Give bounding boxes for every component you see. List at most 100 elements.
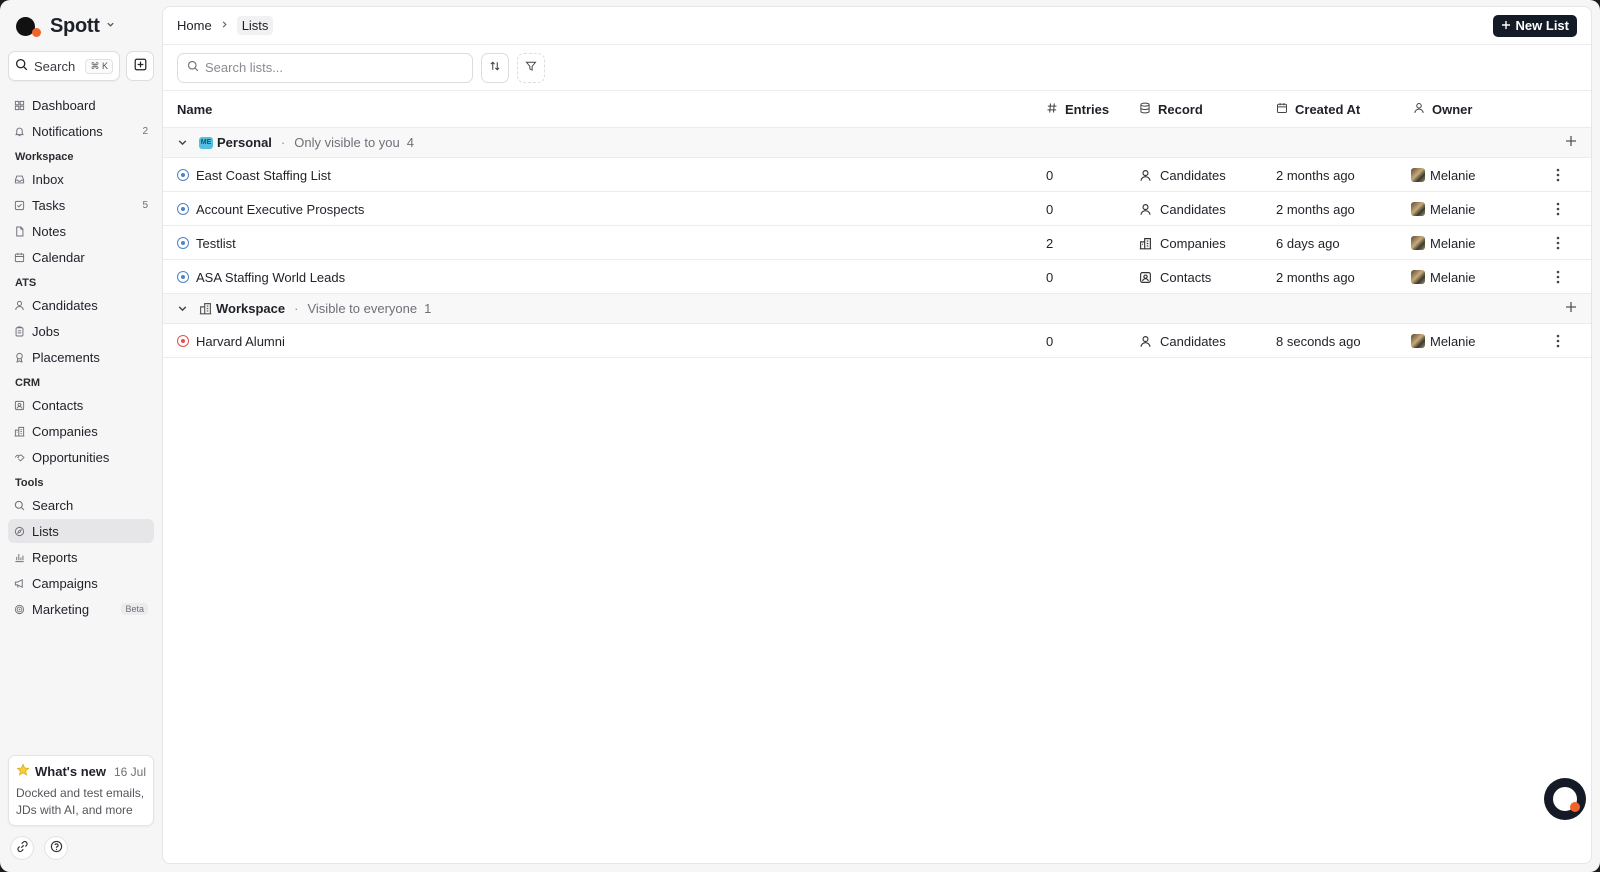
list-compass-icon <box>177 169 189 181</box>
group-row-workspace[interactable]: Workspace · Visible to everyone 1 <box>163 294 1591 324</box>
chevron-right-icon <box>220 20 229 32</box>
created-at: 6 days ago <box>1276 235 1340 251</box>
clipboard-icon <box>14 326 25 337</box>
new-list-label: New List <box>1515 18 1569 33</box>
sidebar-item-jobs[interactable]: Jobs <box>8 319 154 343</box>
table-header: Name Entries Record Created At Owner <box>163 91 1591 128</box>
sidebar-item-opportunities[interactable]: Opportunities <box>8 445 154 469</box>
sidebar-item-notifications[interactable]: Notifications 2 <box>8 119 154 143</box>
sort-button[interactable] <box>481 52 509 83</box>
plus-icon <box>1501 18 1511 33</box>
sidebar-item-placements[interactable]: Placements <box>8 345 154 369</box>
more-vertical-icon[interactable] <box>1551 226 1565 260</box>
new-list-button[interactable]: New List <box>1492 14 1577 37</box>
column-header-record[interactable]: Record <box>1139 102 1203 117</box>
search-icon <box>15 58 28 74</box>
table-row[interactable]: East Coast Staffing List 0 Candidates 2 mon… <box>163 158 1591 192</box>
sidebar-item-campaigns[interactable]: Campaigns <box>8 571 154 595</box>
grid-icon <box>14 100 25 111</box>
top-bar: Home Lists New List <box>163 7 1591 45</box>
created-at: 2 months ago <box>1276 167 1355 183</box>
workspace-switcher[interactable]: Spott <box>14 14 115 38</box>
column-header-entries[interactable]: Entries <box>1046 102 1109 117</box>
whats-new-card[interactable]: What's new 16 Jul Docked and test emails… <box>8 755 154 826</box>
group-row-personal[interactable]: ME Personal · Only visible to you 4 <box>163 128 1591 158</box>
owner-cell: Melanie <box>1411 324 1476 358</box>
chevron-down-icon[interactable] <box>177 303 191 314</box>
sidebar-section-title: CRM <box>15 377 41 389</box>
list-name: Account Executive Prospects <box>196 201 365 217</box>
table-row[interactable]: Harvard Alumni 0 Candidates 8 seconds ago Me… <box>163 324 1591 358</box>
user-icon <box>14 300 25 311</box>
table-row[interactable]: Account Executive Prospects 0 Candidates 2 … <box>163 192 1591 226</box>
column-header-name[interactable]: Name <box>177 102 212 117</box>
list-name-cell[interactable]: East Coast Staffing List <box>177 158 331 192</box>
column-header-created-at[interactable]: Created At <box>1276 102 1360 117</box>
user-icon <box>1139 169 1152 182</box>
more-vertical-icon[interactable] <box>1551 158 1565 192</box>
sidebar-item-tasks[interactable]: Tasks 5 <box>8 193 154 217</box>
group-visibility: Only visible to you <box>294 135 400 150</box>
separator-dot: · <box>294 301 299 316</box>
sidebar-item-dashboard[interactable]: Dashboard <box>8 93 154 117</box>
more-vertical-icon[interactable] <box>1551 260 1565 294</box>
group-visibility: Visible to everyone <box>307 301 418 316</box>
breadcrumb-home[interactable]: Home <box>177 18 212 33</box>
sidebar-item-reports[interactable]: Reports <box>8 545 154 569</box>
user-icon <box>1139 335 1152 348</box>
list-name-cell[interactable]: Testlist <box>177 226 236 260</box>
created-at: 2 months ago <box>1276 269 1355 285</box>
add-list-to-group-button[interactable] <box>1565 300 1577 318</box>
app-name: Spott <box>50 14 100 37</box>
sidebar-item-label: Tasks <box>32 197 66 213</box>
sidebar-item-label: Marketing <box>32 601 90 617</box>
hash-icon <box>1046 102 1058 117</box>
filter-icon <box>525 60 537 75</box>
sidebar-item-count: 2 <box>142 125 148 137</box>
sidebar-item-notes[interactable]: Notes <box>8 219 154 243</box>
filter-button[interactable] <box>517 52 545 83</box>
sidebar-search-button[interactable]: Search ⌘ K <box>8 51 120 81</box>
more-vertical-icon[interactable] <box>1551 192 1565 226</box>
chevron-down-icon[interactable] <box>177 137 191 148</box>
entries-count: 0 <box>1046 167 1054 183</box>
chat-launcher-button[interactable] <box>1544 778 1586 820</box>
star-icon <box>16 763 30 780</box>
list-name-cell[interactable]: Account Executive Prospects <box>177 192 364 226</box>
sidebar-item-contacts[interactable]: Contacts <box>8 393 154 417</box>
record-type-cell: Companies <box>1139 226 1226 260</box>
sidebar-item-lists[interactable]: Lists <box>8 519 154 543</box>
breadcrumb-lists[interactable]: Lists <box>236 16 274 35</box>
search-lists-input[interactable] <box>205 60 463 75</box>
column-header-owner[interactable]: Owner <box>1413 102 1472 117</box>
plus-square-icon <box>134 58 147 74</box>
list-name-cell[interactable]: Harvard Alumni <box>177 324 285 358</box>
sidebar-item-search[interactable]: Search <box>8 493 154 517</box>
sidebar-item-companies[interactable]: Companies <box>8 419 154 443</box>
whats-new-date: 16 Jul <box>113 764 146 779</box>
search-lists-field[interactable] <box>177 52 473 83</box>
table-row[interactable]: ASA Staffing World Leads 0 Contacts 2 month… <box>163 260 1591 294</box>
owner-name: Melanie <box>1430 167 1476 183</box>
sidebar-item-label: Lists <box>32 523 59 539</box>
user-icon <box>1413 102 1425 117</box>
sidebar-item-label: Placements <box>32 349 100 365</box>
sidebar-item-marketing[interactable]: Marketing Beta <box>8 597 154 621</box>
link-button[interactable] <box>10 836 34 860</box>
sidebar-item-candidates[interactable]: Candidates <box>8 293 154 317</box>
owner-cell: Melanie <box>1411 192 1476 226</box>
column-name-label: Name <box>177 101 213 117</box>
table-row[interactable]: Testlist 2 Companies 6 days ago Melanie <box>163 226 1591 260</box>
list-name-cell[interactable]: ASA Staffing World Leads <box>177 260 345 294</box>
add-list-to-group-button[interactable] <box>1565 134 1577 152</box>
record-type-cell: Contacts <box>1139 260 1211 294</box>
sidebar-item-calendar[interactable]: Calendar <box>8 245 154 269</box>
record-type: Candidates <box>1160 201 1226 217</box>
more-vertical-icon[interactable] <box>1551 324 1565 358</box>
sidebar-footer <box>10 836 68 860</box>
new-item-button[interactable] <box>126 51 154 81</box>
spott-logo-icon <box>14 14 46 38</box>
link-icon <box>16 840 29 856</box>
help-button[interactable] <box>44 836 68 860</box>
sidebar-item-inbox[interactable]: Inbox <box>8 167 154 191</box>
